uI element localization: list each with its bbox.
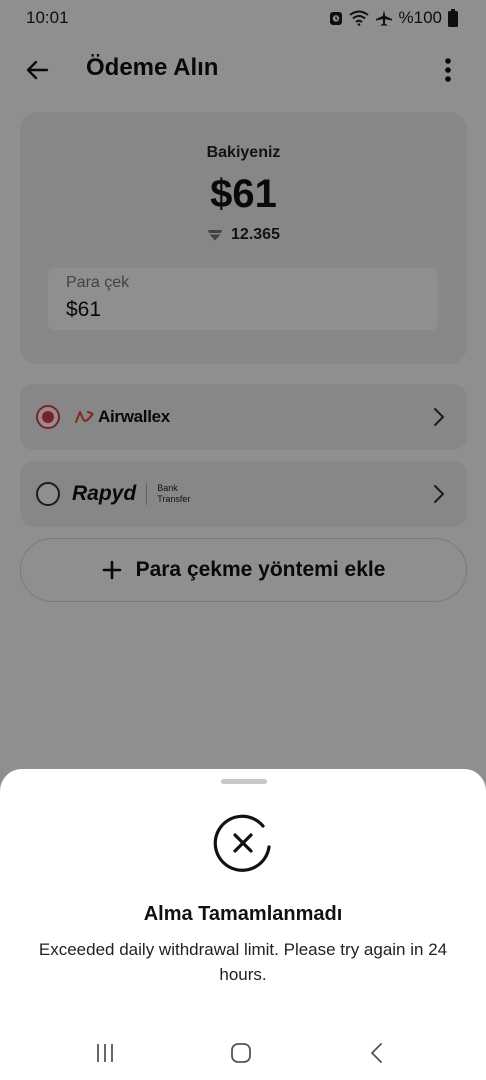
back-icon[interactable]	[368, 1041, 386, 1065]
home-icon[interactable]	[230, 1042, 252, 1064]
system-nav-bar	[0, 1030, 486, 1080]
sheet-message: Exceeded daily withdrawal limit. Please …	[38, 940, 448, 984]
drag-handle[interactable]	[221, 779, 267, 784]
error-bottom-sheet: Alma Tamamlanmadı Exceeded daily withdra…	[0, 769, 486, 1080]
sheet-title: Alma Tamamlanmadı	[143, 903, 343, 925]
recents-icon[interactable]	[94, 1042, 116, 1064]
error-x-icon	[213, 814, 271, 872]
